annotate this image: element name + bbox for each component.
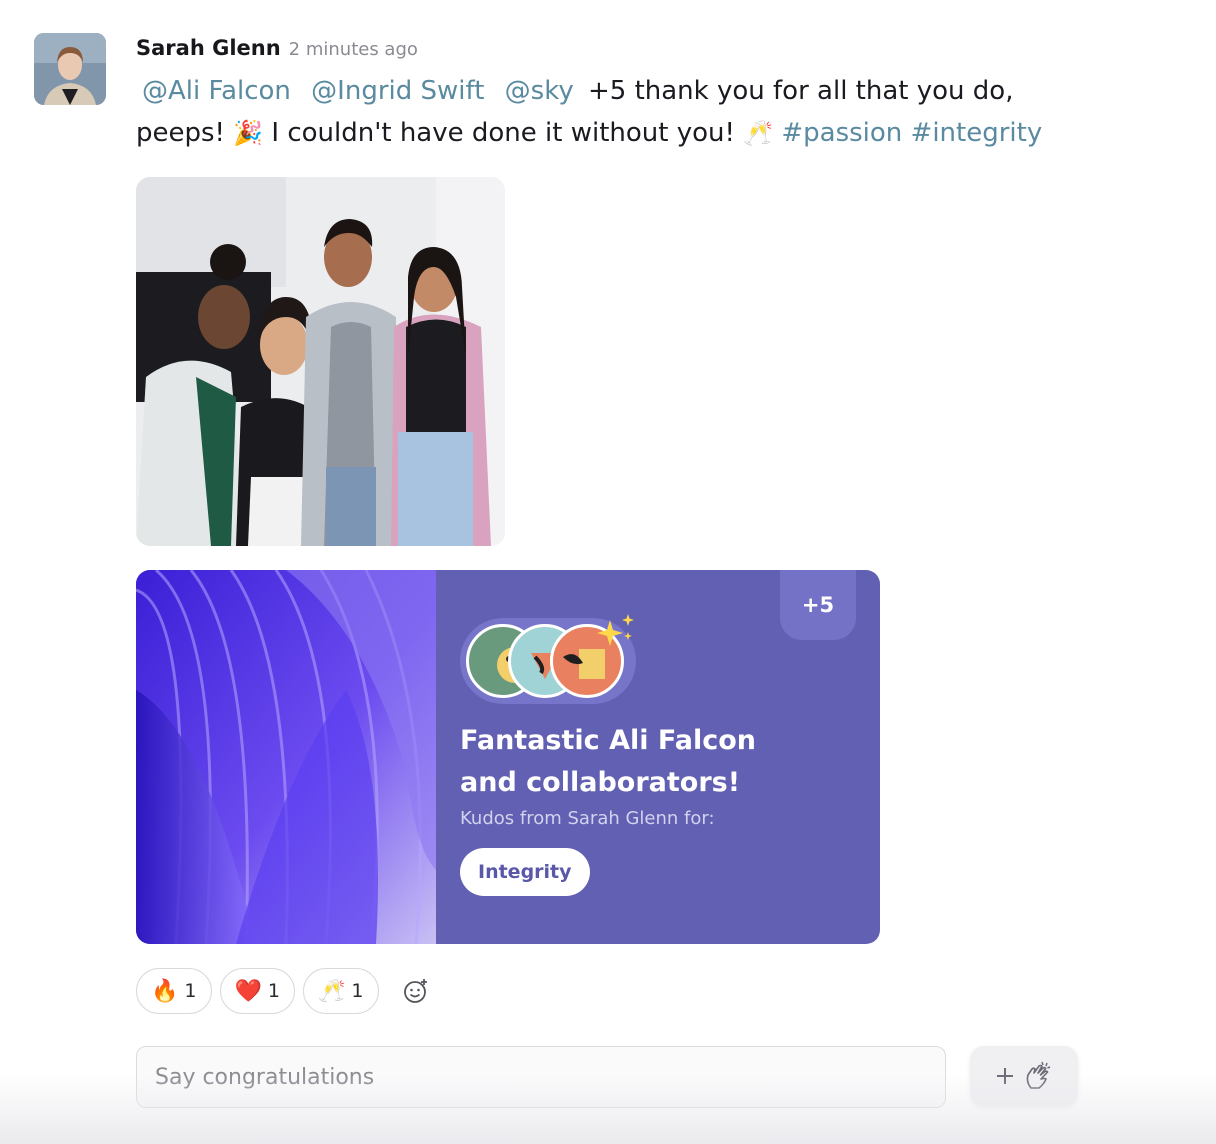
hashtag-integrity[interactable]: #integrity <box>911 118 1043 148</box>
reaction-heart[interactable]: ❤️ 1 <box>219 968 295 1014</box>
plus-icon <box>997 1068 1013 1084</box>
post-photo[interactable] <box>136 177 505 546</box>
author-name[interactable]: Sarah Glenn <box>136 36 281 60</box>
post-message: @Ali Falcon @Ingrid Swift @sky +5 thank … <box>136 70 1096 154</box>
clinking-glasses-icon: 🥂 <box>743 119 774 147</box>
add-reaction-button[interactable] <box>399 974 433 1008</box>
card-artwork <box>136 570 436 944</box>
post-timestamp: 2 minutes ago <box>288 39 418 60</box>
party-popper-icon: 🎉 <box>233 119 264 147</box>
card-title: Fantastic Ali Falcon and collaborators! <box>460 725 756 798</box>
team-photo-illustration <box>136 177 505 546</box>
hashtag-passion[interactable]: #passion <box>781 118 902 148</box>
clinking-glasses-icon: 🥂 <box>318 978 346 1004</box>
heart-icon: ❤️ <box>234 978 262 1004</box>
fire-icon: 🔥 <box>151 978 179 1004</box>
reaction-count: 1 <box>184 980 197 1002</box>
clapping-hands-icon <box>1026 1061 1051 1089</box>
reaction-cheers[interactable]: 🥂 1 <box>303 968 379 1014</box>
smiley-plus-icon <box>403 979 427 1003</box>
abstract-waves-illustration <box>136 570 436 944</box>
value-badges <box>460 614 636 704</box>
post-header: Sarah Glenn 2 minutes ago <box>136 36 418 60</box>
points-badge: +5 <box>780 570 856 640</box>
give-kudos-button[interactable] <box>970 1046 1078 1106</box>
card-body: +5 Fantastic Ali Falcon and collaborator… <box>436 570 880 944</box>
card-subtitle: Kudos from Sarah Glenn for: <box>460 808 715 829</box>
sparkle-icon <box>597 614 634 646</box>
value-tag-integrity[interactable]: Integrity <box>460 848 590 896</box>
reactions-bar: 🔥 1 ❤️ 1 🥂 1 <box>136 968 433 1014</box>
mention-ingrid-swift[interactable]: @Ingrid Swift <box>311 76 484 106</box>
reaction-count: 1 <box>267 980 280 1002</box>
message-text-part2: I couldn't have done it without you! <box>271 118 735 148</box>
kudos-card[interactable]: +5 Fantastic Ali Falcon and collaborator… <box>136 570 880 944</box>
mention-sky[interactable]: @sky <box>505 76 574 106</box>
reaction-count: 1 <box>351 980 364 1002</box>
reaction-fire[interactable]: 🔥 1 <box>136 968 212 1014</box>
author-avatar[interactable] <box>34 33 106 105</box>
comment-input[interactable] <box>136 1046 946 1108</box>
mention-ali-falcon[interactable]: @Ali Falcon <box>142 76 291 106</box>
avatar-portrait <box>34 33 106 105</box>
